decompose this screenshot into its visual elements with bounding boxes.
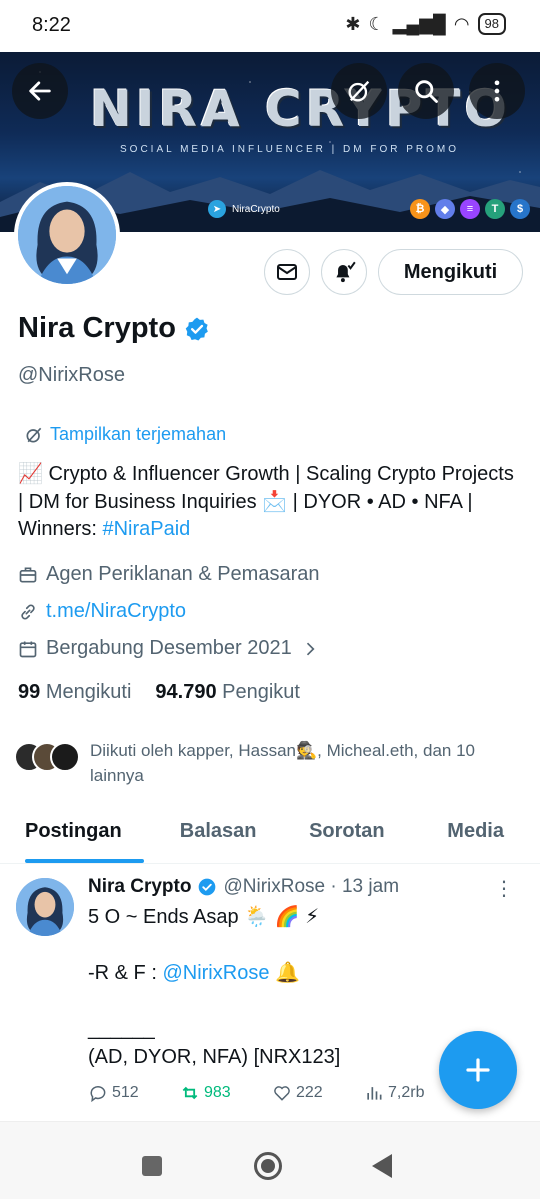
tether-icon: T	[485, 199, 505, 219]
grok-button[interactable]	[331, 63, 387, 119]
status-time: 8:22	[32, 14, 71, 36]
battery-indicator: 98	[477, 13, 506, 35]
profile-bio: 📈 Crypto & Influencer Growth | Scaling C…	[18, 463, 514, 540]
chevron-right-icon	[306, 642, 315, 655]
notification-button[interactable]	[321, 249, 367, 295]
profile-handle: @NirixRose	[18, 364, 125, 386]
follower-avatars	[14, 738, 82, 774]
verified-badge-icon	[185, 317, 208, 340]
show-translation-link[interactable]: Tampilkan terjemahan	[24, 424, 226, 445]
coin-icons: ₿ ◆ ≡ T $	[410, 199, 530, 219]
wifi-icon: ◠	[453, 13, 470, 34]
mail-icon	[277, 264, 297, 280]
tab-media[interactable]: Media	[411, 802, 540, 863]
mention-link[interactable]: @NirixRose	[162, 962, 269, 984]
avatar-portrait	[16, 878, 74, 936]
ethereum-icon: ◆	[435, 199, 455, 219]
bluetooth-icon: ✱	[345, 13, 361, 34]
solana-icon: ≡	[460, 199, 480, 219]
back-button[interactable]	[12, 63, 68, 119]
search-button[interactable]	[398, 63, 454, 119]
following-button[interactable]: Mengikuti	[378, 249, 523, 295]
hashtag-link[interactable]: #NiraPaid	[102, 518, 190, 540]
post-author[interactable]: Nira Crypto	[88, 876, 191, 898]
status-bar: 8:22 ✱ ☾ ▂▄▆█ ◠ 98	[0, 0, 540, 52]
followed-by-text: Diikuti oleh kapper, Hassan🕵️, Micheal.e…	[90, 741, 475, 785]
usdc-icon: $	[510, 199, 530, 219]
bell-check-icon	[336, 261, 356, 283]
post-avatar[interactable]	[16, 878, 74, 936]
analytics-icon	[367, 1087, 382, 1100]
follow-stats: 99 Mengikuti 94.790 Pengikut	[18, 681, 300, 704]
avatar	[50, 742, 80, 772]
message-button[interactable]	[264, 249, 310, 295]
bitcoin-icon: ₿	[410, 199, 430, 219]
tab-replies[interactable]: Balasan	[154, 802, 283, 863]
heart-icon	[274, 1086, 290, 1101]
grok-icon	[348, 80, 370, 102]
search-icon	[415, 80, 438, 103]
back-nav-button[interactable]	[372, 1154, 392, 1178]
link-icon	[21, 603, 35, 620]
android-nav-bar	[0, 1121, 540, 1199]
signal-icon: ▂▄▆█	[392, 13, 446, 34]
more-vertical-icon	[494, 80, 500, 102]
post-text: 5 O ~ Ends Asap 🌦️ 🌈 ⚡ -R & F : @NirixRos…	[88, 906, 341, 1068]
profile-category: Agen Periklanan & Pemasaran	[18, 563, 320, 586]
post-meta: @NirixRose · 13 jam	[223, 876, 400, 897]
telegram-icon: ➤	[208, 200, 226, 218]
briefcase-icon	[19, 567, 37, 582]
calendar-icon	[19, 641, 37, 657]
more-options-button[interactable]	[469, 63, 525, 119]
tab-highlights[interactable]: Sorotan	[283, 802, 412, 863]
recent-apps-button[interactable]	[142, 1156, 162, 1176]
profile-link[interactable]: t.me/NiraCrypto	[18, 600, 186, 623]
repost-icon	[182, 1086, 198, 1100]
translate-icon	[26, 427, 42, 442]
profile-url[interactable]: t.me/NiraCrypto	[46, 600, 186, 623]
avatar-portrait	[18, 186, 116, 284]
arrow-left-icon	[29, 81, 51, 101]
profile-name: Nira Crypto	[18, 312, 210, 345]
repost-button[interactable]: 983	[180, 1083, 272, 1103]
followed-by-row[interactable]: Diikuti oleh kapper, Hassan🕵️, Micheal.e…	[14, 738, 530, 788]
profile-tabs: Postingan Balasan Sorotan Media	[0, 802, 540, 864]
post-header: Nira Crypto @NirixRose · 13 jam	[88, 876, 399, 898]
followers-count-link[interactable]: 94.790 Pengikut	[155, 681, 300, 704]
post-more-icon[interactable]: ⋮	[494, 876, 514, 901]
reply-button[interactable]: 512	[88, 1083, 180, 1103]
tab-posts[interactable]: Postingan	[0, 802, 154, 863]
dnd-moon-icon: ☾	[368, 13, 385, 34]
home-button[interactable]	[254, 1152, 282, 1180]
status-icons: ✱ ☾ ▂▄▆█ ◠ 98	[345, 13, 506, 35]
following-count-link[interactable]: 99 Mengikuti	[18, 681, 131, 704]
like-button[interactable]: 222	[272, 1083, 364, 1103]
compose-post-button[interactable]	[439, 1031, 517, 1109]
reply-icon	[90, 1086, 106, 1103]
profile-joined[interactable]: Bergabung Desember 2021	[18, 637, 320, 660]
telegram-handle: ➤ NiraCrypto	[208, 200, 280, 218]
plus-icon	[466, 1058, 490, 1082]
verified-badge-icon	[199, 878, 216, 896]
profile-avatar[interactable]	[14, 182, 120, 288]
